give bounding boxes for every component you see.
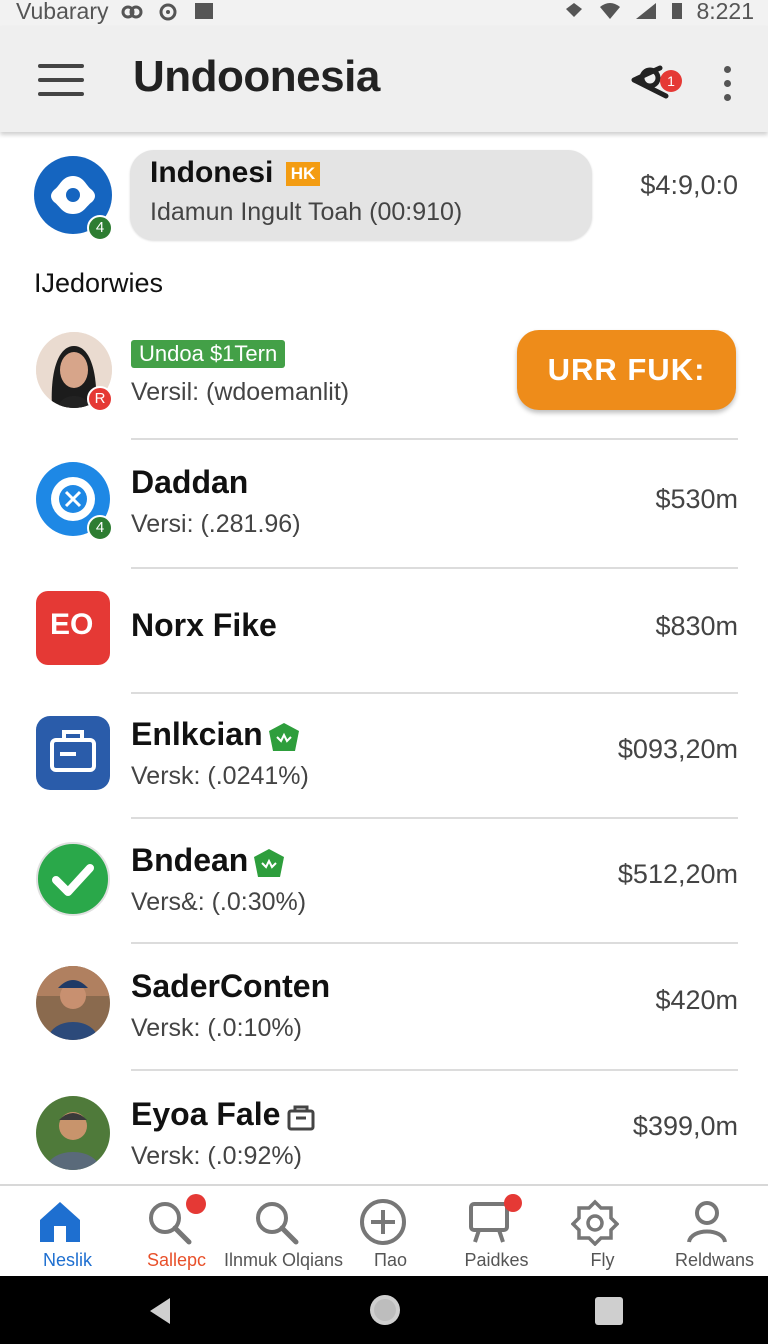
person-icon — [687, 1201, 727, 1243]
item-price: $512,20m — [617, 859, 738, 889]
bottom-nav: Neslik Sallepc Ilnmuk Olqians Пао Paidke — [0, 1184, 768, 1276]
count-badge: 4 — [87, 215, 113, 241]
status-badge: R — [87, 386, 113, 412]
bluetooth-icon — [566, 2, 583, 17]
item-name-row: Bndean — [131, 842, 285, 879]
battery-icon — [672, 2, 683, 19]
item-version: Versk: (.0241%) — [131, 762, 309, 790]
item-name-row: Eyoa Fale — [131, 1096, 316, 1133]
item-name: SaderConten — [131, 968, 331, 1004]
item-name: Norx Fike — [131, 607, 277, 643]
divider — [131, 817, 738, 819]
recents-icon[interactable] — [594, 1296, 624, 1326]
nav-item-profile[interactable]: Reldwans — [652, 1186, 762, 1278]
link-icon — [121, 5, 143, 18]
item-version: Vers&: (.0:30%) — [131, 888, 307, 916]
notification-badge: 1 — [660, 70, 682, 92]
clock: 8:221 — [696, 0, 754, 24]
plus-circle-icon — [360, 1199, 406, 1245]
item-version: Versk: (.0:92%) — [131, 1142, 302, 1170]
wifi-icon — [600, 2, 621, 19]
sync-icon — [159, 3, 177, 20]
page-title: Undoonesia — [133, 52, 380, 101]
overflow-menu-button[interactable] — [716, 64, 738, 104]
count-badge: 4 — [87, 515, 113, 541]
item-name: Bndean — [131, 842, 249, 878]
featured-subtitle: Idamun Ingult Toah (00:910) — [150, 198, 463, 226]
featured-card[interactable]: Indonesi HK Idamun Ingult Toah (00:910) — [130, 150, 592, 240]
status-bar: Vubarary 8:221 — [0, 0, 768, 26]
briefcase-icon — [36, 716, 110, 790]
item-name: Enlkcian — [131, 716, 263, 752]
section-title: IJedorwies — [34, 268, 164, 298]
notification-dot — [504, 1194, 522, 1212]
status-tag: Undoa $1Tern — [131, 340, 286, 368]
gear-icon — [571, 1199, 619, 1246]
item-name: Daddan — [131, 464, 249, 500]
person-photo-icon — [36, 1096, 110, 1170]
app-icon: EO — [36, 591, 110, 665]
crown-badge-icon — [268, 722, 299, 751]
divider — [131, 567, 738, 569]
person-photo-icon — [36, 966, 110, 1040]
home-button-icon[interactable] — [367, 1292, 403, 1328]
item-price: $830m — [655, 611, 738, 641]
highlight-subtitle: Versil: (wdoemanlit) — [131, 378, 350, 406]
item-price: $093,20m — [617, 734, 738, 764]
item-version: Versi: (.281.96) — [131, 510, 301, 538]
item-name-row: Enlkcian — [131, 716, 299, 753]
check-circle-icon — [36, 842, 110, 916]
item-version: Versk: (.0:10%) — [131, 1014, 302, 1042]
divider — [131, 692, 738, 694]
item-price: $530m — [655, 484, 738, 514]
app-bar: Undoonesia 1 — [0, 26, 768, 132]
item-price: $399,0m — [632, 1111, 738, 1141]
featured-title: Indonesi — [150, 156, 274, 189]
divider — [131, 1069, 738, 1071]
carrier-text: Vubarary — [16, 0, 109, 24]
notification-dot — [186, 1194, 206, 1214]
avatar — [36, 1096, 110, 1170]
system-nav-bar — [0, 1276, 768, 1344]
nav-item-fly[interactable]: Fly — [540, 1186, 650, 1278]
signal-icon — [636, 2, 657, 19]
nav-label: Reldwans — [674, 1250, 755, 1270]
region-tag: HK — [286, 162, 320, 186]
crown-badge-icon — [254, 848, 285, 877]
item-name: Eyoa Fale — [131, 1096, 281, 1132]
bag-icon — [287, 1105, 315, 1131]
app-icon-label: EO — [50, 608, 94, 641]
divider — [131, 438, 738, 440]
item-price: $420m — [655, 985, 738, 1015]
cta-button[interactable]: URR FUK: — [517, 330, 736, 410]
home-icon — [40, 1202, 80, 1242]
menu-button[interactable] — [36, 62, 86, 98]
image-icon — [195, 2, 214, 19]
back-icon[interactable] — [146, 1296, 174, 1326]
divider — [131, 942, 738, 944]
search-icon — [256, 1202, 299, 1245]
avatar — [36, 966, 110, 1040]
featured-price: $4:9,0:0 — [640, 170, 738, 200]
